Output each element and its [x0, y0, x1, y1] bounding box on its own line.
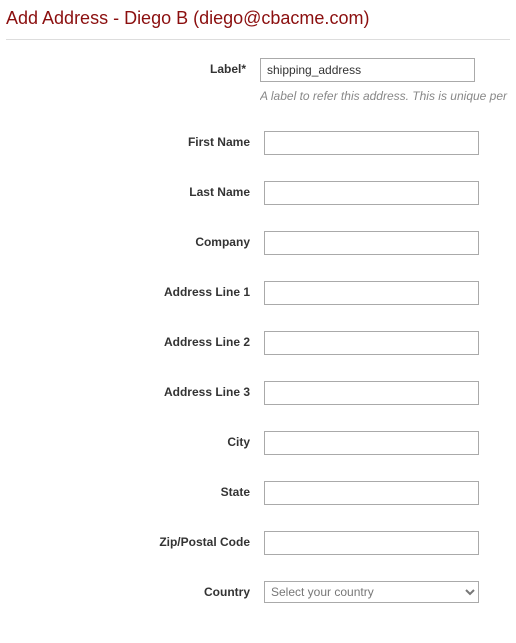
zip-input[interactable]: [264, 531, 479, 555]
country-select[interactable]: Select your country: [264, 581, 479, 603]
zip-label: Zip/Postal Code: [6, 531, 264, 549]
label-input[interactable]: [260, 58, 475, 82]
city-input[interactable]: [264, 431, 479, 455]
last-name-label: Last Name: [6, 181, 264, 199]
last-name-input[interactable]: [264, 181, 479, 205]
address-line-3-input[interactable]: [264, 381, 479, 405]
page-title: Add Address - Diego B (diego@cbacme.com): [6, 8, 510, 40]
country-label: Country: [6, 581, 264, 599]
state-input[interactable]: [264, 481, 479, 505]
first-name-input[interactable]: [264, 131, 479, 155]
first-name-label: First Name: [6, 131, 264, 149]
address-line-2-label: Address Line 2: [6, 331, 264, 349]
city-label: City: [6, 431, 264, 449]
state-label: State: [6, 481, 264, 499]
label-hint: A label to refer this address. This is u…: [260, 88, 510, 105]
address-line-2-input[interactable]: [264, 331, 479, 355]
company-input[interactable]: [264, 231, 479, 255]
address-line-1-input[interactable]: [264, 281, 479, 305]
address-line-1-label: Address Line 1: [6, 281, 264, 299]
company-label: Company: [6, 231, 264, 249]
label-field-label: Label*: [6, 58, 260, 76]
address-line-3-label: Address Line 3: [6, 381, 264, 399]
